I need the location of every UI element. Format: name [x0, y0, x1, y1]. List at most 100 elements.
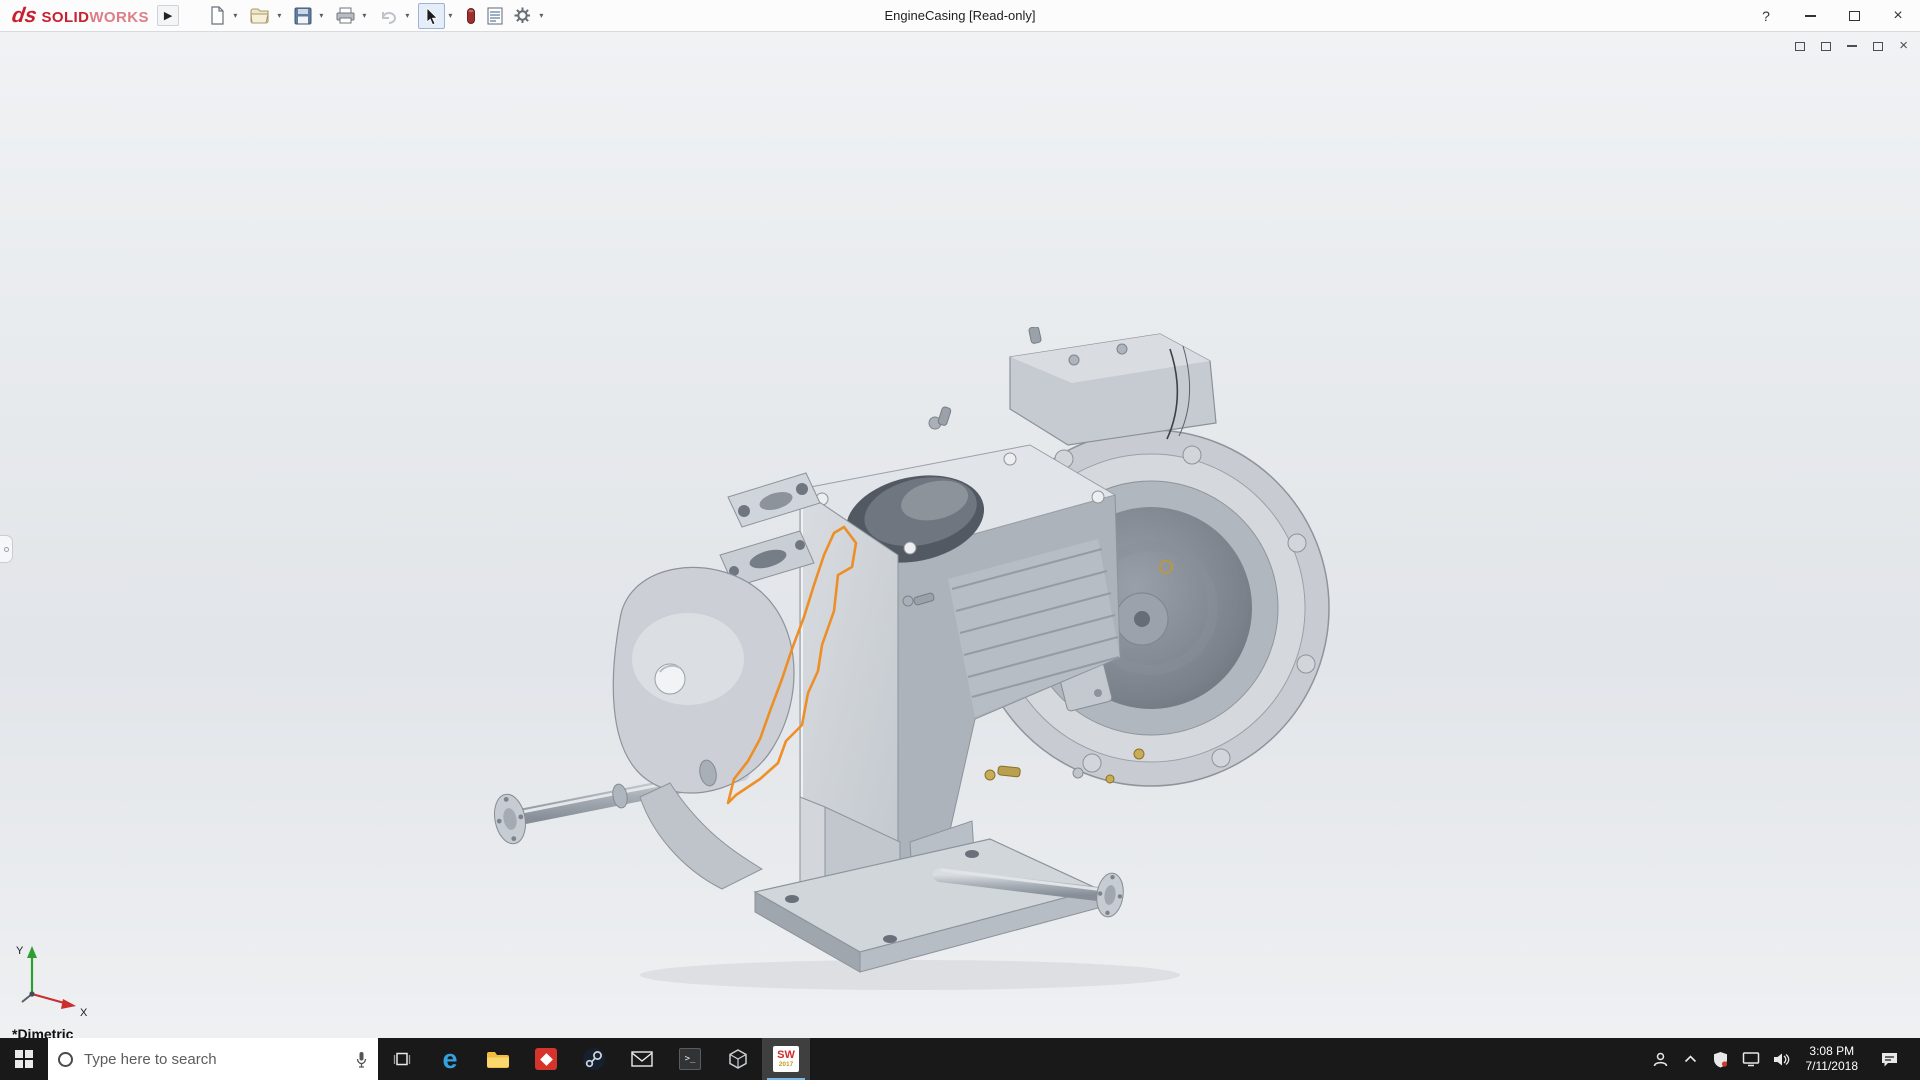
- properties-sheet-button[interactable]: [483, 4, 507, 28]
- doc-minimize-button[interactable]: [1847, 45, 1858, 47]
- top-cover[interactable]: [1009, 327, 1217, 446]
- options-button[interactable]: [509, 3, 536, 28]
- titlebar: ds SOLID WORKS ▶ ▾ ▾ ▾ ▾ ▾ ▾ ▾ EngineCas…: [0, 0, 1920, 32]
- feature-tree-collapsed-tab[interactable]: [0, 535, 13, 563]
- taskbar-app-steam[interactable]: [570, 1038, 618, 1080]
- taskbar-app-cad-tool[interactable]: [714, 1038, 762, 1080]
- x-axis-label: X: [80, 1007, 88, 1019]
- new-document-button[interactable]: [205, 3, 230, 28]
- action-center-button[interactable]: [1870, 1038, 1908, 1080]
- minimize-button[interactable]: [1788, 0, 1832, 32]
- engine-casing-model[interactable]: [470, 327, 1350, 992]
- chevron-up-icon: [1684, 1055, 1697, 1063]
- tray-overflow-button[interactable]: [1678, 1038, 1704, 1080]
- volume-tray-button[interactable]: [1768, 1038, 1794, 1080]
- select-arrow-icon: [427, 6, 439, 25]
- start-button[interactable]: [0, 1038, 48, 1080]
- save-icon: [294, 7, 312, 24]
- doc-close-button[interactable]: ×: [1899, 38, 1908, 53]
- print-caret[interactable]: ▾: [361, 11, 373, 20]
- menu-flyout-button[interactable]: ▶: [156, 5, 180, 26]
- close-icon: ×: [1893, 7, 1903, 24]
- command-prompt-icon: >_: [679, 1048, 701, 1070]
- appearance-button[interactable]: [461, 4, 481, 28]
- taskbar-app-red[interactable]: [522, 1038, 570, 1080]
- system-tray: 3:08 PM 7/11/2018: [1648, 1038, 1920, 1080]
- task-view-icon: [393, 1052, 411, 1066]
- window-icon: [1821, 41, 1832, 51]
- gold-bolt: [984, 769, 996, 781]
- pane-icon: [1795, 41, 1806, 51]
- options-caret[interactable]: ▾: [538, 11, 550, 20]
- search-input[interactable]: [82, 1049, 346, 1069]
- mail-icon: [631, 1051, 653, 1067]
- logo-solid-text: SOLID: [41, 8, 90, 26]
- solidworks-icon: SW 2017: [773, 1046, 799, 1072]
- doc-pane-button[interactable]: [1795, 41, 1806, 51]
- ground-shadow: [640, 960, 1180, 990]
- solidworks-logo: ds SOLID WORKS: [0, 4, 157, 28]
- cylinder-block[interactable]: [798, 406, 1121, 888]
- taskbar-search[interactable]: [48, 1038, 378, 1080]
- help-button[interactable]: ?: [1744, 0, 1788, 32]
- taskbar-app-solidworks[interactable]: SW 2017: [762, 1038, 810, 1080]
- taskbar-app-file-explorer[interactable]: [474, 1038, 522, 1080]
- defender-shield-icon: [1714, 1051, 1728, 1067]
- open-caret[interactable]: ▾: [276, 11, 288, 20]
- windows-logo-icon: [15, 1050, 33, 1068]
- clock-time: 3:08 PM: [1809, 1044, 1855, 1058]
- window-controls: ? ×: [1744, 0, 1920, 32]
- select-tool-caret[interactable]: ▾: [447, 11, 459, 20]
- x-axis-arrow: [61, 999, 76, 1009]
- open-folder-icon: [250, 8, 269, 24]
- orientation-triad[interactable]: Y X: [10, 938, 105, 1020]
- doc-new-window-button[interactable]: [1821, 41, 1832, 51]
- doc-restore-button[interactable]: [1873, 41, 1884, 51]
- ds-logo-icon: ds: [10, 3, 39, 27]
- new-document-icon: [211, 6, 224, 25]
- windows-taskbar: e >_ SW 2017: [0, 1038, 1920, 1080]
- taskbar-clock[interactable]: 3:08 PM 7/11/2018: [1798, 1044, 1867, 1074]
- file-explorer-icon: [487, 1051, 509, 1068]
- volume-icon: [1773, 1053, 1789, 1065]
- edge-icon: e: [442, 1043, 458, 1074]
- security-tray-button[interactable]: [1708, 1038, 1734, 1080]
- save-caret[interactable]: ▾: [318, 11, 330, 20]
- graphics-area[interactable]: × Y X *Dimetric: [0, 32, 1920, 1038]
- y-axis-arrow: [27, 946, 37, 958]
- taskbar-app-edge[interactable]: e: [426, 1038, 474, 1080]
- document-title: EngineCasing [Read-only]: [884, 8, 1036, 23]
- cad-cube-icon: [729, 1049, 747, 1069]
- select-tool-button[interactable]: [418, 2, 446, 29]
- new-document-caret[interactable]: ▾: [232, 11, 244, 20]
- taskbar-app-command-prompt[interactable]: >_: [666, 1038, 714, 1080]
- people-button[interactable]: [1648, 1038, 1674, 1080]
- undo-button[interactable]: [375, 5, 402, 27]
- save-button[interactable]: [290, 4, 316, 28]
- red-app-icon: [535, 1048, 557, 1070]
- y-axis-label: Y: [16, 945, 24, 957]
- undo-caret[interactable]: ▾: [404, 11, 416, 20]
- doc-restore-icon: [1873, 41, 1884, 51]
- open-button[interactable]: [246, 4, 274, 27]
- undo-icon: [382, 11, 397, 24]
- logo-works-text: WORKS: [89, 8, 149, 26]
- task-view-button[interactable]: [378, 1038, 426, 1080]
- top-bolt: [1028, 327, 1042, 344]
- red-capsule-icon: [467, 7, 476, 24]
- network-icon: [1742, 1052, 1759, 1067]
- maximize-button[interactable]: [1832, 0, 1876, 32]
- tab-dot-icon: [3, 546, 9, 552]
- network-tray-button[interactable]: [1738, 1038, 1764, 1080]
- taskbar-app-mail[interactable]: [618, 1038, 666, 1080]
- people-icon: [1653, 1052, 1668, 1066]
- left-cover[interactable]: [612, 566, 795, 890]
- action-center-icon: [1881, 1052, 1897, 1066]
- steam-icon: [583, 1048, 605, 1070]
- spreadsheet-icon: [487, 6, 503, 25]
- print-button[interactable]: [332, 4, 359, 27]
- microphone-icon[interactable]: [355, 1051, 368, 1068]
- clock-date: 7/11/2018: [1805, 1059, 1859, 1073]
- close-button[interactable]: ×: [1876, 0, 1920, 32]
- maximize-icon: [1848, 11, 1860, 21]
